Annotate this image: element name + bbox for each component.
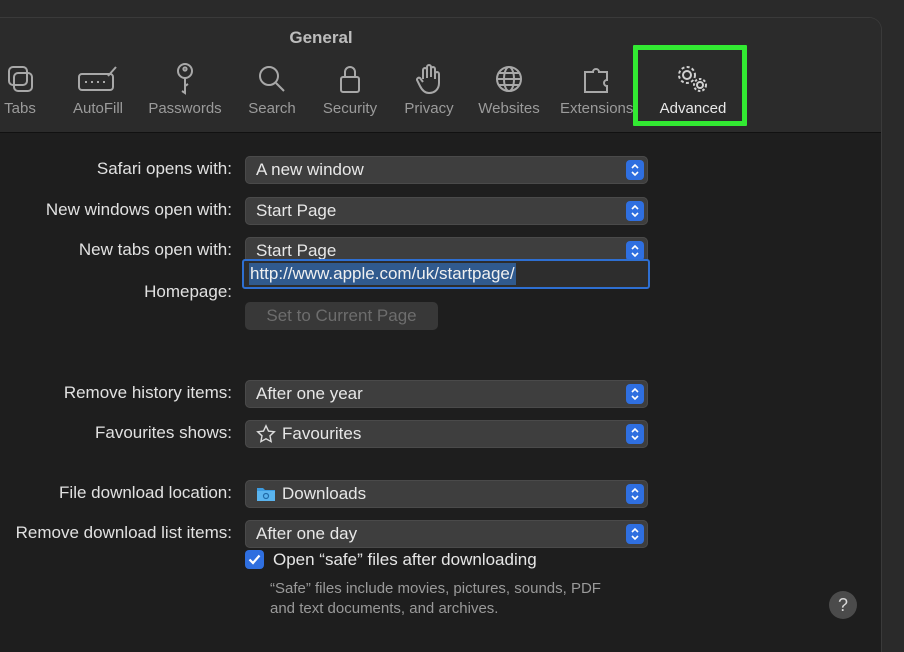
advanced-highlight-box [633,45,747,126]
tab-label: AutoFill [72,100,124,117]
search-icon [257,62,287,96]
select-value: After one year [256,384,363,403]
select-value: Start Page [256,241,337,260]
key-icon [173,62,197,96]
folder-icon [256,485,276,503]
tabs-icon [5,62,35,96]
tab-label: Security [322,100,378,117]
safe-files-note: “Safe” files include movies, pictures, s… [270,580,601,617]
download-location-select[interactable]: Downloads [245,480,648,508]
tab-privacy[interactable]: Privacy [400,62,458,122]
remove-download-select[interactable]: After one day [245,520,648,548]
chevron-updown-icon [626,424,644,444]
select-value: A new window [256,160,364,179]
tab-security[interactable]: Security [318,62,382,122]
lock-icon [338,62,362,96]
help-button[interactable]: ? [829,591,857,619]
tab-websites[interactable]: Websites [474,62,544,122]
tab-label: Tabs [4,100,36,117]
tab-passwords[interactable]: Passwords [144,62,226,122]
window-title: General [289,28,353,47]
remove-history-select[interactable]: After one year [245,380,648,408]
checkmark-icon [248,554,261,565]
homepage-value: http://www.apple.com/uk/startpage/ [249,263,516,285]
download-location-label: File download location: [59,483,232,502]
chevron-updown-icon [626,524,644,544]
safari-opens-label: Safari opens with: [96,159,232,178]
tab-label: Privacy [404,100,454,117]
homepage-input[interactable]: http://www.apple.com/uk/startpage/ [242,259,650,289]
chevron-updown-icon [626,241,644,261]
select-value: Downloads [282,484,367,503]
remove-download-label: Remove download list items: [15,523,232,542]
globe-icon [494,62,524,96]
star-icon [256,424,276,444]
autofill-icon [76,62,120,96]
safari-opens-select[interactable]: A new window [245,156,648,184]
favourites-shows-select[interactable]: Favourites [245,420,648,448]
chevron-updown-icon [626,160,644,180]
tab-search[interactable]: Search [244,62,300,122]
homepage-label: Homepage: [144,282,232,301]
puzzle-icon [560,62,636,96]
open-safe-files-checkbox[interactable] [245,550,264,569]
favourites-shows-label: Favourites shows: [95,423,232,442]
set-current-page-button[interactable]: Set to Current Page [245,302,438,330]
chevron-updown-icon [626,484,644,504]
toolbar: General Tabs AutoFill Passwords Search S… [0,18,881,133]
select-value: Favourites [282,424,362,443]
tab-autofill[interactable]: AutoFill [68,62,128,122]
open-safe-files-label: Open “safe” files after downloading [273,550,537,569]
tab-extensions[interactable]: Extensions [560,62,636,122]
remove-history-label: Remove history items: [63,383,232,402]
select-value: After one day [256,524,358,543]
new-windows-select[interactable]: Start Page [245,197,648,225]
tab-tabs[interactable]: Tabs [0,62,42,122]
new-windows-label: New windows open with: [45,200,232,219]
new-tabs-label: New tabs open with: [78,240,232,259]
tab-label: Extensions [560,100,634,117]
tab-label: Websites [478,100,540,117]
tab-label: Search [248,100,296,117]
tab-label: Passwords [148,100,222,117]
select-value: Start Page [256,201,337,220]
chevron-updown-icon [626,384,644,404]
hand-icon [415,62,443,96]
chevron-updown-icon [626,201,644,221]
